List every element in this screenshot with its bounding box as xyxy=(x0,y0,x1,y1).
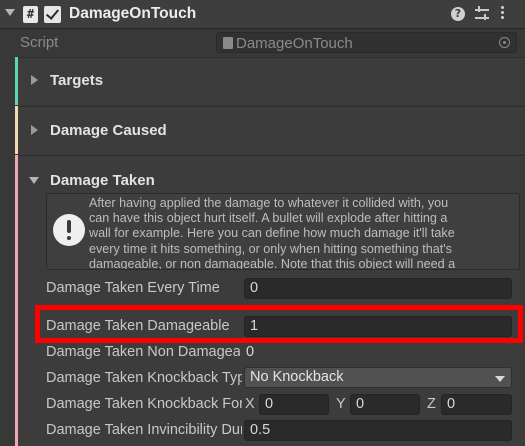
every-time-value: 0 xyxy=(250,280,259,296)
section-damage-taken-color-bar xyxy=(15,155,18,446)
knockback-y-input[interactable]: 0 xyxy=(350,394,420,415)
knockback-x-value: 0 xyxy=(265,396,274,412)
help-icon[interactable]: ? xyxy=(451,7,465,21)
knockback-x-input[interactable]: 0 xyxy=(259,394,329,415)
section-damage-taken-expanded-arrow-icon[interactable] xyxy=(29,177,39,184)
non-damageable-label: Damage Taken Non Damageable xyxy=(46,344,240,360)
help-line: damageable, or non damageable. Note that… xyxy=(89,256,456,270)
dropdown-arrow-icon xyxy=(495,376,505,382)
highlight-box xyxy=(35,305,523,343)
knockback-z-value: 0 xyxy=(447,396,456,412)
script-value: DamageOnTouch xyxy=(236,35,353,52)
knockback-force-label: Damage Taken Knockback Force xyxy=(46,396,242,412)
foldout-arrow-icon[interactable] xyxy=(5,9,15,16)
help-line: wall for example. Here you can define ho… xyxy=(89,226,455,241)
invincibility-input[interactable]: 0.5 xyxy=(244,420,512,441)
knockback-type-label: Damage Taken Knockback Type xyxy=(46,370,242,386)
every-time-input[interactable]: 0 xyxy=(244,278,512,299)
knockback-y-value: 0 xyxy=(356,396,365,412)
info-icon xyxy=(53,214,85,246)
help-box-text: After having applied the damage to whate… xyxy=(89,196,519,270)
knockback-type-value: No Knockback xyxy=(250,369,344,385)
non-damageable-input[interactable]: 0 xyxy=(240,342,515,363)
invincibility-label: Damage Taken Invincibility Duration xyxy=(46,422,242,438)
help-line: every time it hits something, or only wh… xyxy=(89,241,452,256)
knockback-z-input[interactable]: 0 xyxy=(441,394,512,415)
knockback-type-dropdown[interactable]: No Knockback xyxy=(244,367,512,388)
context-menu-icon[interactable] xyxy=(501,6,505,22)
help-line: After having applied the damage to whate… xyxy=(89,196,449,210)
script-label: Script xyxy=(20,34,59,51)
knockback-y-label: Y xyxy=(336,396,346,412)
every-time-label: Damage Taken Every Time xyxy=(46,280,220,296)
help-line: can have this object hurt itself. A bull… xyxy=(89,211,448,226)
knockback-z-label: Z xyxy=(427,396,436,412)
component-header: # DamageOnTouch ? xyxy=(0,0,525,29)
section-damage-caused-collapsed-arrow-icon[interactable] xyxy=(31,125,38,135)
section-damage-caused-color-bar xyxy=(15,106,18,154)
object-picker-icon[interactable] xyxy=(499,37,510,48)
section-damage-taken-title[interactable]: Damage Taken xyxy=(50,172,155,189)
component-enabled-checkbox[interactable] xyxy=(44,6,61,23)
invincibility-value: 0.5 xyxy=(250,422,271,438)
section-targets-color-bar xyxy=(15,57,18,105)
knockback-x-label: X xyxy=(245,396,255,412)
script-object-field[interactable]: DamageOnTouch xyxy=(216,32,517,53)
component-title: DamageOnTouch xyxy=(69,5,197,22)
csharp-script-icon: # xyxy=(23,6,38,23)
non-damageable-value: 0 xyxy=(246,344,255,360)
section-damage-caused-title[interactable]: Damage Caused xyxy=(50,122,167,139)
presets-icon[interactable] xyxy=(475,5,489,23)
help-box: After having applied the damage to whate… xyxy=(46,193,520,270)
script-asset-icon xyxy=(223,37,233,49)
section-targets-collapsed-arrow-icon[interactable] xyxy=(31,75,38,85)
section-targets-title[interactable]: Targets xyxy=(50,72,103,89)
